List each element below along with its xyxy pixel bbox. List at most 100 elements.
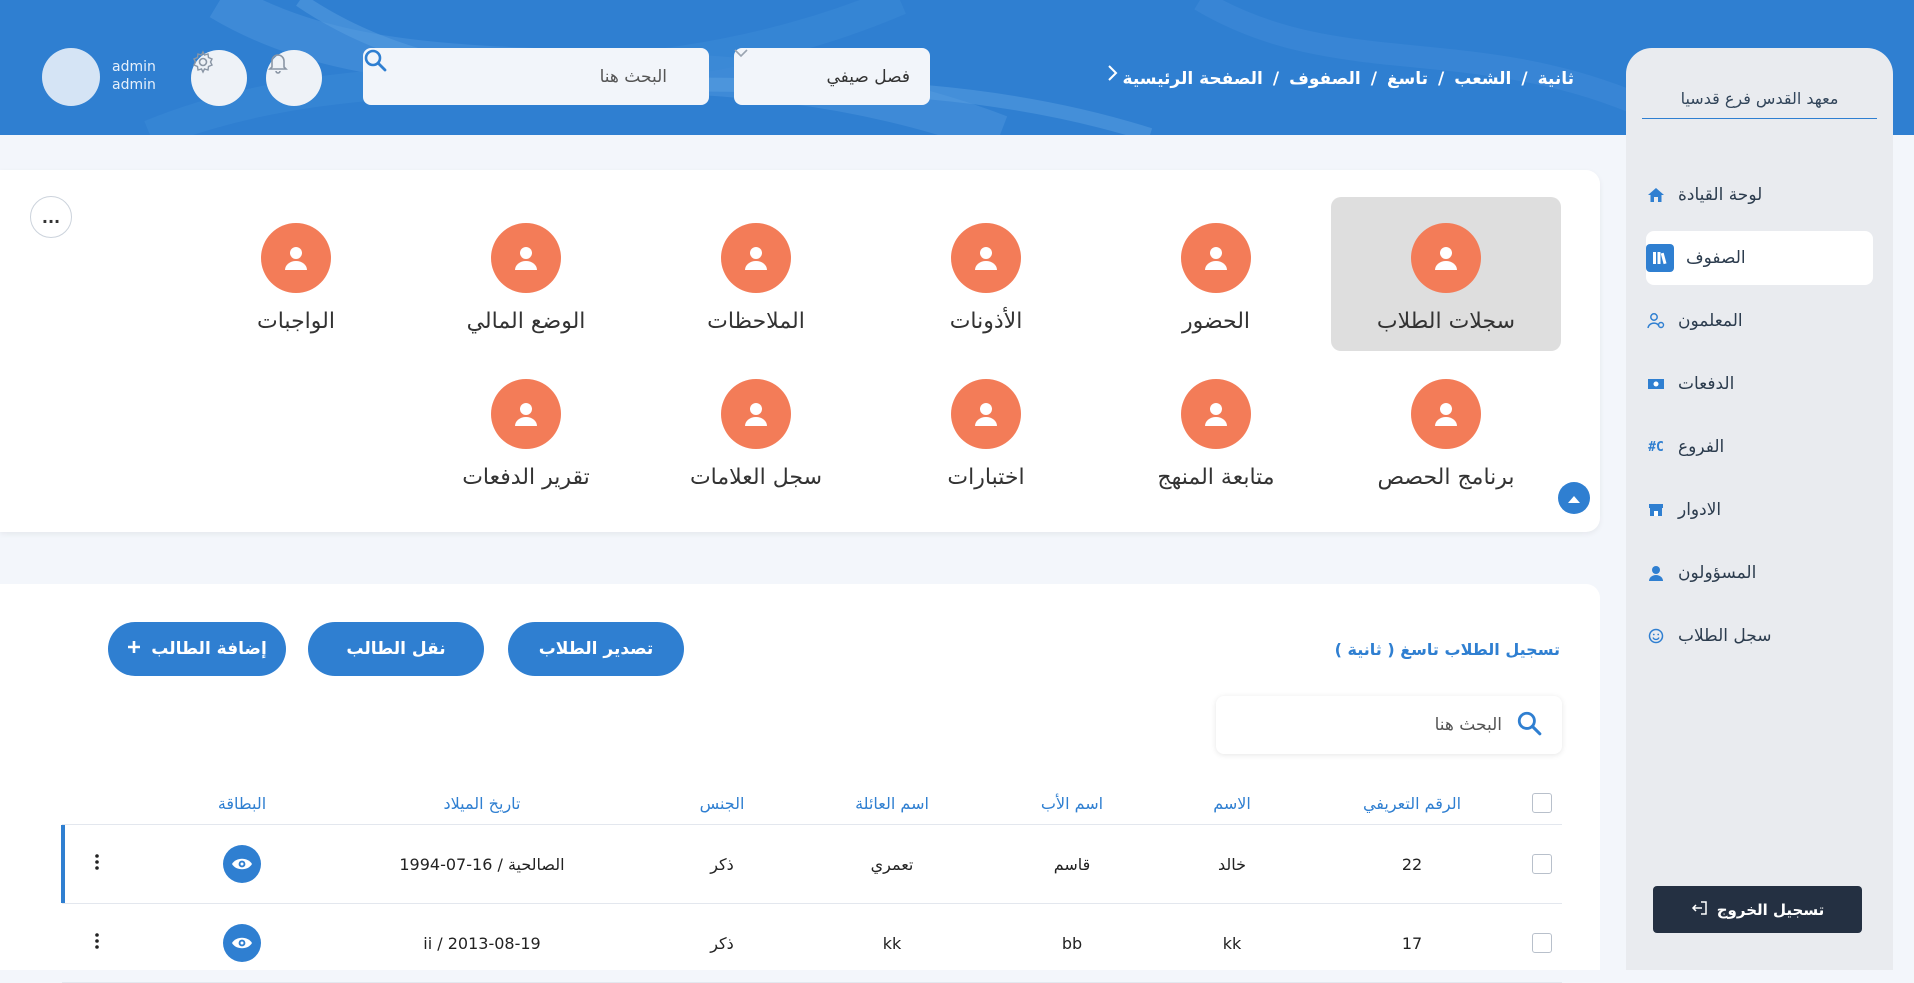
sidebar-item-admins[interactable]: المسؤولون [1646,546,1873,600]
user-icon [951,223,1021,293]
cell-id: 17 [1401,933,1423,953]
breadcrumb-sep: / [1438,69,1445,89]
cell-birthdate: ii / 2013-08-19 [423,933,541,953]
module-schedule[interactable]: برنامج الحصص [1331,353,1561,507]
sidebar-item-teachers[interactable]: المعلمون [1646,294,1873,348]
table-row[interactable]: 17 kk bb kk ذكر ii / 2013-08-19 [62,904,1562,983]
module-student-records[interactable]: سجلات الطلاب [1331,197,1561,351]
table-row[interactable]: 22 خالد قاسم تعمري ذكر الصالحية / 16-07-… [61,825,1562,904]
module-payment-report[interactable]: تقرير الدفعات [411,353,641,507]
more-options-button[interactable]: ... [30,196,72,238]
eye-icon [223,845,261,883]
breadcrumb-home[interactable]: الصفحة الرئيسية [1123,69,1263,89]
col-family[interactable]: اسم العائلة [822,782,962,824]
module-grades[interactable]: سجل العلامات [641,353,871,507]
notifications-button[interactable] [266,50,322,106]
section-title: تسجيل الطلاب تاسغ ( ثانية ) [1334,640,1560,659]
cell-father: قاسم [1053,854,1091,874]
more-icon: ... [41,207,61,227]
module-permissions[interactable]: الأذونات [871,197,1101,351]
user-icon [1181,223,1251,293]
module-homework[interactable]: الواجبات [181,197,411,351]
cell-family: تعمري [870,854,914,874]
module-notes[interactable]: الملاحظات [641,197,871,351]
module-exams[interactable]: اختبارات [871,353,1101,507]
money-icon [1646,374,1666,394]
collapse-button[interactable] [1558,482,1590,514]
sidebar-item-roles[interactable]: الادوار [1646,483,1873,537]
search-placeholder: البحث هنا [599,66,667,87]
avatar[interactable] [42,48,100,106]
module-attendance[interactable]: الحضور [1101,197,1331,351]
row-menu-button[interactable] [82,904,112,982]
select-all-checkbox[interactable] [1522,782,1562,824]
breadcrumb-classes[interactable]: الصفوف [1289,69,1361,89]
module-curriculum[interactable]: متابعة المنهج [1101,353,1331,507]
user-icon [1646,563,1666,583]
col-id[interactable]: الرقم التعريفي [1332,782,1492,824]
smile-icon [1646,626,1666,646]
sidebar-item-label: المعلمون [1678,311,1743,331]
module-label: برنامج الحصص [1377,465,1515,490]
module-label: الملاحظات [707,309,805,334]
row-selected-indicator [61,825,65,903]
sidebar-item-branches[interactable]: C# الفروع [1646,420,1873,474]
transfer-student-button[interactable]: نقل الطالب [308,622,484,676]
cell-family: kk [882,933,902,953]
view-card-button[interactable] [182,904,302,982]
module-label: اختبارات [947,465,1025,490]
user-icon [721,223,791,293]
user-icon [261,223,331,293]
row-menu-button[interactable] [82,825,112,903]
module-label: الحضور [1181,309,1251,334]
breadcrumb-current: ثانية [1537,69,1574,89]
module-label: الأذونات [949,309,1023,334]
breadcrumb-sep: / [1370,69,1377,89]
sidebar-item-label: الادوار [1678,500,1722,520]
row-checkbox[interactable] [1522,904,1562,982]
user-meta: admin admin [112,58,156,94]
export-students-button[interactable]: تصدير الطلاب [508,622,684,676]
user-icon [1181,379,1251,449]
search-input[interactable]: البحث هنا [363,48,709,105]
sidebar-item-dashboard[interactable]: لوحة القيادة [1646,168,1873,222]
user-icon [1411,223,1481,293]
col-father[interactable]: اسم الأب [1012,782,1132,824]
eye-icon [223,924,261,962]
col-birthdate[interactable]: تاريخ الميلاد [372,782,592,824]
view-card-button[interactable] [182,825,302,903]
module-financial-status[interactable]: الوضع المالي [411,197,641,351]
sidebar-item-label: الفروع [1678,437,1725,457]
sidebar-item-classes[interactable]: الصفوف [1646,231,1873,285]
search-icon[interactable] [1516,710,1542,741]
sidebar-item-label: الصفوف [1686,248,1746,268]
sidebar-item-label: الدفعات [1678,374,1735,394]
row-checkbox[interactable] [1522,825,1562,903]
code-branch-icon: C# [1648,439,1664,455]
cell-name: خالد [1217,854,1247,874]
students-panel: تسجيل الطلاب تاسغ ( ثانية ) تصدير الطلاب… [0,584,1600,983]
export-label: تصدير الطلاب [538,639,654,659]
cell-father: bb [1061,933,1083,953]
table-search-input[interactable]: البحث هنا [1216,696,1562,754]
logout-button[interactable]: تسجيل الخروج [1653,886,1862,933]
sidebar-item-payments[interactable]: الدفعات [1646,357,1873,411]
store-icon [1646,500,1666,520]
table-header: الرقم التعريفي الاسم اسم الأب اسم العائل… [62,782,1562,825]
breadcrumb-sep: / [1521,69,1528,89]
col-name[interactable]: الاسم [1172,782,1292,824]
module-label: سجل العلامات [689,465,823,490]
season-select[interactable]: فصل صيفي [734,48,930,105]
breadcrumb: الصفحة الرئيسية / الصفوف / تاسغ / الشعب … [1107,64,1574,94]
sidebar-item-student-log[interactable]: سجل الطلاب [1646,609,1873,663]
col-gender[interactable]: الجنس [662,782,782,824]
breadcrumb-sections[interactable]: الشعب [1454,69,1511,89]
user-icon [1411,379,1481,449]
cell-gender: ذكر [710,854,734,874]
breadcrumb-grade[interactable]: تاسغ [1387,69,1428,89]
user-icon [491,379,561,449]
settings-button[interactable] [191,50,247,106]
breadcrumb-sep: / [1272,69,1280,89]
sidebar-item-label: سجل الطلاب [1678,626,1772,646]
add-student-button[interactable]: إضافة الطالب [108,622,286,676]
